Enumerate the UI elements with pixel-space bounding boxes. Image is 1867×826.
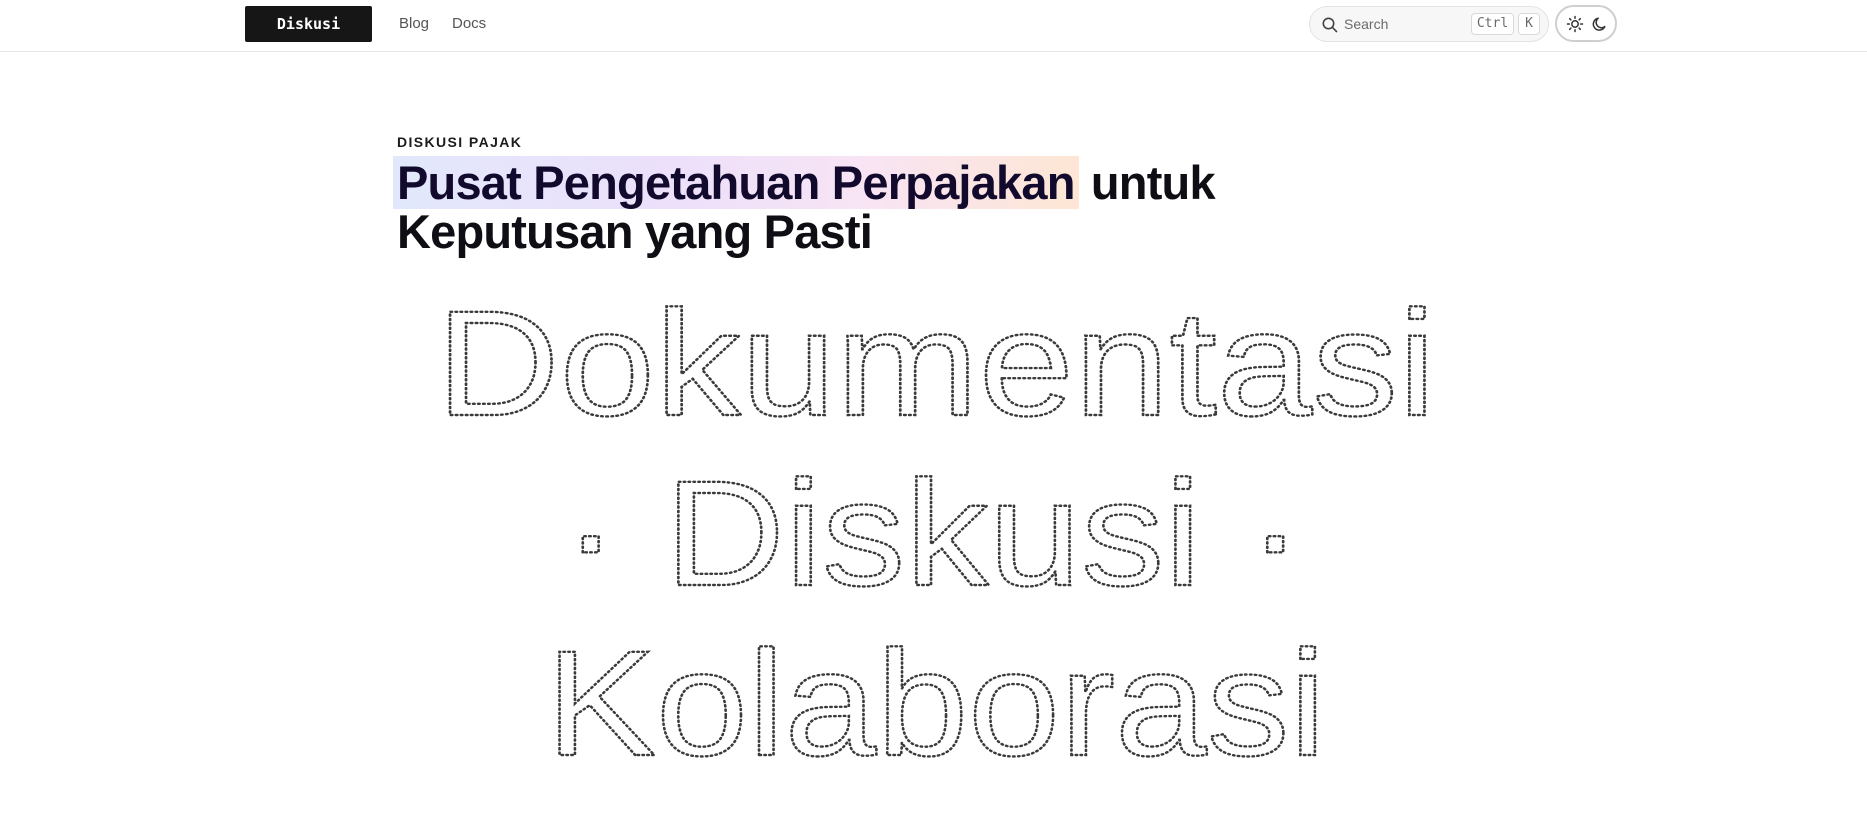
site-logo[interactable]: Diskusi Pajak: [245, 6, 372, 69]
shortcut-k-key: K: [1518, 13, 1540, 35]
dotted-tagline: Dokumentasi · Diskusi · Kolaborasi: [0, 280, 1867, 780]
search-placeholder: Search: [1344, 16, 1389, 32]
hero-eyebrow: DISKUSI PAJAK: [397, 134, 523, 150]
nav-link-docs[interactable]: Docs: [452, 14, 486, 34]
search-box[interactable]: Search Ctrl K: [1309, 6, 1549, 42]
sun-icon[interactable]: [1565, 14, 1585, 34]
top-navigation-bar: Diskusi Pajak Blog Docs Search Ctrl K: [0, 0, 1867, 69]
dotted-line-kolaborasi: Kolaborasi: [546, 619, 1326, 780]
hero-title-highlight: Pusat Pengetahuan Perpajakan: [393, 156, 1079, 209]
theme-toggle[interactable]: [1555, 5, 1617, 42]
search-icon: [1321, 16, 1339, 34]
dotted-line-dokumentasi: Dokumentasi: [436, 280, 1436, 447]
dotted-line-diskusi: · Diskusi ·: [563, 449, 1303, 617]
shortcut-ctrl-key: Ctrl: [1471, 13, 1514, 35]
moon-icon[interactable]: [1590, 14, 1610, 34]
nav-link-blog[interactable]: Blog: [399, 14, 429, 34]
hero-title: Pusat Pengetahuan Perpajakan untuk Keput…: [393, 156, 1297, 256]
